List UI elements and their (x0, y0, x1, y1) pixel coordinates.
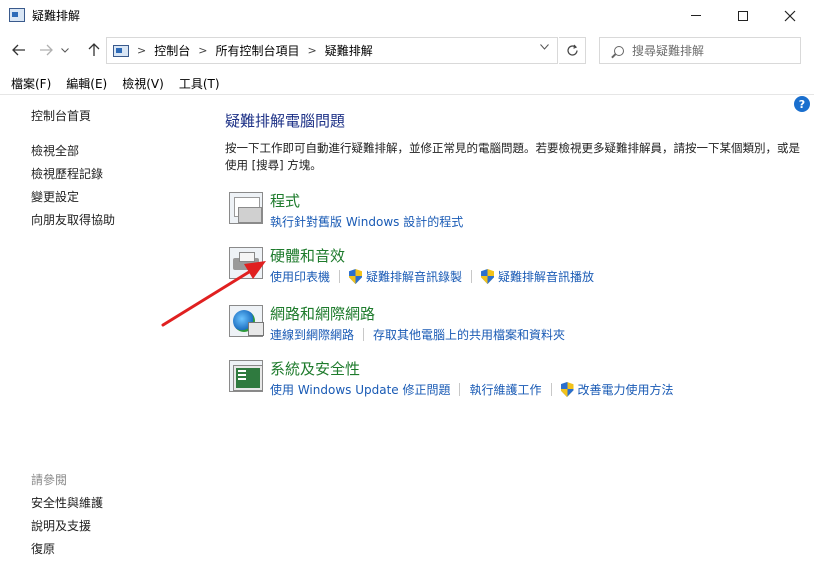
see-also-recovery[interactable]: 復原 (31, 541, 201, 564)
address-bar[interactable]: > 控制台 > 所有控制台項目 > 疑難排解 (106, 37, 558, 64)
link-divider (339, 270, 341, 283)
address-dropdown-button[interactable] (540, 43, 549, 53)
search-icon (614, 45, 624, 56)
page-description: 按一下工作即可自動進行疑難排解，並修正常見的電腦問題。若要檢視更多疑難排解員，請… (225, 141, 800, 172)
link-divider (459, 383, 461, 396)
refresh-button[interactable] (559, 37, 586, 64)
page-title: 疑難排解電腦問題 (225, 112, 346, 130)
sidebar-item-get-help-from-friend[interactable]: 向朋友取得協助 (31, 212, 201, 235)
uac-shield-icon (349, 269, 363, 284)
task-link-shared-folders[interactable]: 存取其他電腦上的共用檔案和資料夾 (373, 326, 565, 343)
category-links: 使用 Windows Update 修正問題 執行維護工作 改善電力使用方法 (270, 381, 674, 398)
navigation-bar: > 控制台 > 所有控制台項目 > 疑難排解 (0, 31, 814, 71)
sidebar-item-view-history[interactable]: 檢視歷程記錄 (31, 166, 201, 189)
search-box[interactable] (599, 37, 801, 64)
programs-icon[interactable] (229, 192, 263, 224)
category-title-programs[interactable]: 程式 (270, 190, 300, 211)
hardware-sound-icon[interactable] (229, 247, 263, 279)
task-link-maintenance[interactable]: 執行維護工作 (469, 381, 541, 398)
category-title-network-internet[interactable]: 網路和網際網路 (270, 303, 375, 324)
link-divider (550, 383, 552, 396)
task-link-audio-recording[interactable]: 疑難排解音訊錄製 (366, 268, 462, 285)
task-link-connect-internet[interactable]: 連線到網際網路 (270, 326, 354, 343)
breadcrumb-separator[interactable]: > (198, 44, 207, 57)
breadcrumb-all-items[interactable]: 所有控制台項目 (215, 42, 299, 59)
up-button[interactable] (83, 39, 105, 61)
forward-button[interactable] (35, 39, 57, 61)
system-security-icon[interactable] (229, 360, 263, 392)
control-panel-icon (113, 44, 129, 57)
menu-tools[interactable]: 工具(T) (173, 73, 226, 93)
minimize-icon (691, 15, 701, 16)
menu-view[interactable]: 檢視(V) (116, 73, 170, 93)
network-icon[interactable] (229, 305, 264, 337)
link-divider (471, 270, 473, 283)
task-link-power-usage[interactable]: 改善電力使用方法 (578, 381, 674, 398)
arrow-right-icon (40, 44, 53, 56)
menu-edit[interactable]: 編輯(E) (60, 73, 113, 93)
close-button[interactable] (767, 0, 813, 31)
close-icon (784, 10, 796, 21)
maximize-button[interactable] (720, 0, 766, 31)
see-also-heading: 請參閱 (31, 473, 68, 487)
category-links: 連線到網際網路 存取其他電腦上的共用檔案和資料夾 (270, 326, 565, 343)
sidebar-item-control-panel-home[interactable]: 控制台首頁 (31, 108, 201, 131)
sidebar: 控制台首頁 檢視全部 檢視歷程記錄 變更設定 向朋友取得協助 (31, 108, 201, 235)
title-bar: 疑難排解 (0, 0, 814, 31)
recent-locations-button[interactable] (59, 39, 71, 61)
task-link-windows-update[interactable]: 使用 Windows Update 修正問題 (270, 381, 450, 398)
category-links: 使用印表機 疑難排解音訊錄製 疑難排解音訊播放 (270, 268, 594, 285)
uac-shield-icon (481, 269, 495, 284)
sidebar-item-view-all[interactable]: 檢視全部 (31, 143, 201, 166)
chevron-down-icon (61, 47, 69, 53)
menu-file[interactable]: 檔案(F) (5, 73, 57, 93)
maximize-icon (738, 10, 748, 21)
sidebar-item-change-settings[interactable]: 變更設定 (31, 189, 201, 212)
breadcrumb-troubleshooting[interactable]: 疑難排解 (325, 42, 373, 59)
task-link-run-older-programs[interactable]: 執行針對舊版 Windows 設計的程式 (270, 213, 463, 230)
arrow-up-icon (88, 43, 100, 56)
search-input[interactable] (632, 43, 792, 58)
see-also-security-maintenance[interactable]: 安全性與維護 (31, 495, 201, 518)
divider (0, 94, 814, 95)
see-also-section: 請參閱 安全性與維護 說明及支援 復原 (31, 472, 201, 564)
refresh-icon (566, 44, 578, 56)
control-panel-icon (9, 8, 25, 22)
breadcrumb-separator[interactable]: > (307, 44, 316, 57)
minimize-button[interactable] (673, 0, 719, 31)
task-link-use-printer[interactable]: 使用印表機 (270, 268, 330, 285)
category-title-system-security[interactable]: 系統及安全性 (270, 358, 360, 379)
category-title-hardware-sound[interactable]: 硬體和音效 (270, 245, 345, 266)
chevron-down-icon (540, 44, 549, 50)
help-icon: ? (798, 97, 806, 111)
link-divider (363, 328, 365, 341)
main-content: 疑難排解電腦問題 按一下工作即可自動進行疑難排解，並修正常見的電腦問題。若要檢視… (225, 110, 805, 174)
breadcrumb-separator: > (137, 44, 147, 57)
back-button[interactable] (8, 39, 30, 61)
task-link-audio-playback[interactable]: 疑難排解音訊播放 (498, 268, 594, 285)
uac-shield-icon (560, 382, 574, 397)
window-title: 疑難排解 (32, 9, 81, 23)
arrow-left-icon (12, 44, 25, 56)
category-links: 執行針對舊版 Windows 設計的程式 (270, 213, 463, 230)
breadcrumb-control-panel[interactable]: 控制台 (154, 42, 190, 59)
see-also-help-support[interactable]: 說明及支援 (31, 518, 201, 541)
menu-bar: 檔案(F) 編輯(E) 檢視(V) 工具(T) (0, 73, 814, 93)
